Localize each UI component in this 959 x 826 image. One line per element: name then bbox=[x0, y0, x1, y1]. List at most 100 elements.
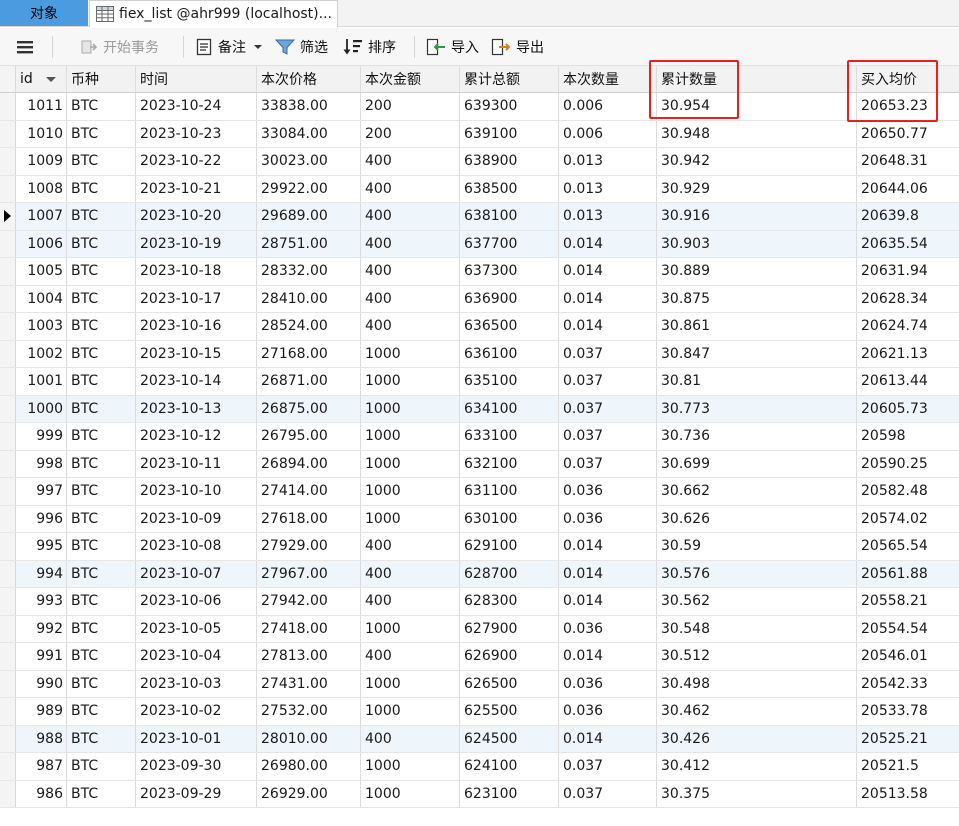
cell-time[interactable]: 2023-10-19 bbox=[136, 230, 257, 257]
cell-total-amount[interactable]: 636100 bbox=[460, 340, 559, 367]
cell-amount[interactable]: 1000 bbox=[361, 395, 460, 422]
cell-currency[interactable]: BTC bbox=[67, 148, 136, 175]
column-header-id[interactable]: id bbox=[16, 66, 67, 92]
cell-time[interactable]: 2023-10-14 bbox=[136, 368, 257, 395]
cell-avg-buy-price[interactable]: 20621.13 bbox=[857, 341, 959, 368]
cell-avg-buy-price[interactable]: 20554.54 bbox=[857, 616, 959, 643]
cell-amount[interactable]: 400 bbox=[361, 588, 460, 615]
cell-quantity[interactable]: 0.014 bbox=[559, 313, 657, 340]
cell-currency[interactable]: BTC bbox=[67, 505, 136, 532]
cell-id[interactable]: 1006 bbox=[16, 230, 67, 257]
cell-price[interactable]: 27414.00 bbox=[257, 478, 361, 505]
cell-total-amount[interactable]: 638900 bbox=[460, 148, 559, 175]
cell-total-quantity[interactable]: 30.412 bbox=[657, 753, 857, 780]
row-header[interactable] bbox=[0, 643, 16, 670]
cell-amount[interactable]: 400 bbox=[361, 258, 460, 285]
cell-time[interactable]: 2023-10-22 bbox=[136, 148, 257, 175]
cell-currency[interactable]: BTC bbox=[67, 643, 136, 670]
cell-quantity[interactable]: 0.006 bbox=[559, 120, 657, 147]
cell-price[interactable]: 27431.00 bbox=[257, 670, 361, 697]
cell-id[interactable]: 1004 bbox=[16, 285, 67, 312]
cell-price[interactable]: 33084.00 bbox=[257, 120, 361, 147]
cell-avg-buy-price[interactable]: 20598 bbox=[857, 423, 959, 450]
cell-quantity[interactable]: 0.014 bbox=[559, 285, 657, 312]
cell-price[interactable]: 26980.00 bbox=[257, 753, 361, 780]
cell-total-amount[interactable]: 630100 bbox=[460, 505, 559, 532]
cell-quantity[interactable]: 0.013 bbox=[559, 203, 657, 230]
cell-currency[interactable]: BTC bbox=[67, 615, 136, 642]
cell-total-amount[interactable]: 636500 bbox=[460, 313, 559, 340]
cell-amount[interactable]: 400 bbox=[361, 560, 460, 587]
cell-time[interactable]: 2023-10-09 bbox=[136, 505, 257, 532]
cell-id[interactable]: 992 bbox=[16, 615, 67, 642]
cell-quantity[interactable]: 0.014 bbox=[559, 725, 657, 752]
cell-total-quantity[interactable]: 30.498 bbox=[657, 670, 857, 697]
cell-id[interactable]: 1007 bbox=[16, 203, 67, 230]
table-row[interactable]: 1010 BTC 2023-10-23 33084.00 200 639100 0.006 3… bbox=[0, 120, 959, 148]
cell-time[interactable]: 2023-10-24 bbox=[136, 93, 257, 120]
cell-total-amount[interactable]: 628700 bbox=[460, 560, 559, 587]
cell-total-amount[interactable]: 624100 bbox=[460, 753, 559, 780]
cell-price[interactable]: 26894.00 bbox=[257, 450, 361, 477]
cell-total-amount[interactable]: 628300 bbox=[460, 588, 559, 615]
cell-quantity[interactable]: 0.037 bbox=[559, 340, 657, 367]
cell-total-quantity[interactable]: 30.462 bbox=[657, 698, 857, 725]
cell-price[interactable]: 30023.00 bbox=[257, 148, 361, 175]
cell-total-quantity[interactable]: 30.59 bbox=[657, 533, 857, 560]
cell-price[interactable]: 27813.00 bbox=[257, 643, 361, 670]
cell-currency[interactable]: BTC bbox=[67, 478, 136, 505]
cell-avg-buy-price[interactable]: 20644.06 bbox=[857, 176, 959, 203]
table-row[interactable]: 991 BTC 2023-10-04 27813.00 400 626900 0.014 30… bbox=[0, 643, 959, 671]
cell-price[interactable]: 27967.00 bbox=[257, 560, 361, 587]
cell-avg-buy-price[interactable]: 20525.21 bbox=[857, 726, 959, 753]
cell-amount[interactable]: 1000 bbox=[361, 780, 460, 807]
table-row[interactable]: 993 BTC 2023-10-06 27942.00 400 628300 0.014 30… bbox=[0, 588, 959, 616]
table-row[interactable]: 1008 BTC 2023-10-21 29922.00 400 638500 0.013 3… bbox=[0, 175, 959, 203]
cell-amount[interactable]: 1000 bbox=[361, 505, 460, 532]
cell-currency[interactable]: BTC bbox=[67, 230, 136, 257]
cell-total-amount[interactable]: 634100 bbox=[460, 395, 559, 422]
cell-amount[interactable]: 1000 bbox=[361, 340, 460, 367]
cell-price[interactable]: 28332.00 bbox=[257, 258, 361, 285]
cell-avg-buy-price[interactable]: 20574.02 bbox=[857, 506, 959, 533]
row-header[interactable] bbox=[0, 313, 16, 340]
row-header[interactable] bbox=[0, 175, 16, 202]
column-header-time[interactable]: 时间 bbox=[136, 66, 257, 92]
cell-total-quantity[interactable]: 30.916 bbox=[657, 203, 857, 230]
cell-amount[interactable]: 400 bbox=[361, 148, 460, 175]
cell-total-amount[interactable]: 626900 bbox=[460, 643, 559, 670]
cell-total-quantity[interactable]: 30.562 bbox=[657, 588, 857, 615]
cell-time[interactable]: 2023-10-16 bbox=[136, 313, 257, 340]
cell-total-amount[interactable]: 638100 bbox=[460, 203, 559, 230]
cell-quantity[interactable]: 0.014 bbox=[559, 560, 657, 587]
cell-total-quantity[interactable]: 30.626 bbox=[657, 505, 857, 532]
cell-total-quantity[interactable]: 30.576 bbox=[657, 560, 857, 587]
row-header[interactable] bbox=[0, 505, 16, 532]
cell-avg-buy-price[interactable]: 20513.58 bbox=[857, 781, 959, 808]
row-header[interactable] bbox=[0, 450, 16, 477]
cell-total-quantity[interactable]: 30.81 bbox=[657, 368, 857, 395]
cell-total-amount[interactable]: 624500 bbox=[460, 725, 559, 752]
table-row[interactable]: 1005 BTC 2023-10-18 28332.00 400 637300 0.014 3… bbox=[0, 258, 959, 286]
cell-id[interactable]: 996 bbox=[16, 505, 67, 532]
row-header[interactable] bbox=[0, 753, 16, 780]
cell-id[interactable]: 990 bbox=[16, 670, 67, 697]
cell-amount[interactable]: 1000 bbox=[361, 423, 460, 450]
row-header[interactable] bbox=[0, 285, 16, 312]
cell-avg-buy-price[interactable]: 20653.23 bbox=[857, 93, 959, 120]
cell-quantity[interactable]: 0.037 bbox=[559, 450, 657, 477]
cell-total-quantity[interactable]: 30.942 bbox=[657, 148, 857, 175]
table-row[interactable]: 992 BTC 2023-10-05 27418.00 1000 627900 0.036 3… bbox=[0, 615, 959, 643]
column-header-avg-buy-price[interactable]: 买入均价 bbox=[857, 66, 959, 92]
cell-total-amount[interactable]: 638500 bbox=[460, 175, 559, 202]
cell-price[interactable]: 28410.00 bbox=[257, 285, 361, 312]
cell-id[interactable]: 1011 bbox=[16, 93, 67, 120]
cell-total-amount[interactable]: 636900 bbox=[460, 285, 559, 312]
cell-time[interactable]: 2023-10-03 bbox=[136, 670, 257, 697]
memo-button[interactable]: 备注 bbox=[196, 36, 264, 58]
cell-id[interactable]: 986 bbox=[16, 780, 67, 807]
table-row[interactable]: 998 BTC 2023-10-11 26894.00 1000 632100 0.037 3… bbox=[0, 450, 959, 478]
cell-currency[interactable]: BTC bbox=[67, 313, 136, 340]
cell-amount[interactable]: 1000 bbox=[361, 753, 460, 780]
cell-id[interactable]: 988 bbox=[16, 725, 67, 752]
